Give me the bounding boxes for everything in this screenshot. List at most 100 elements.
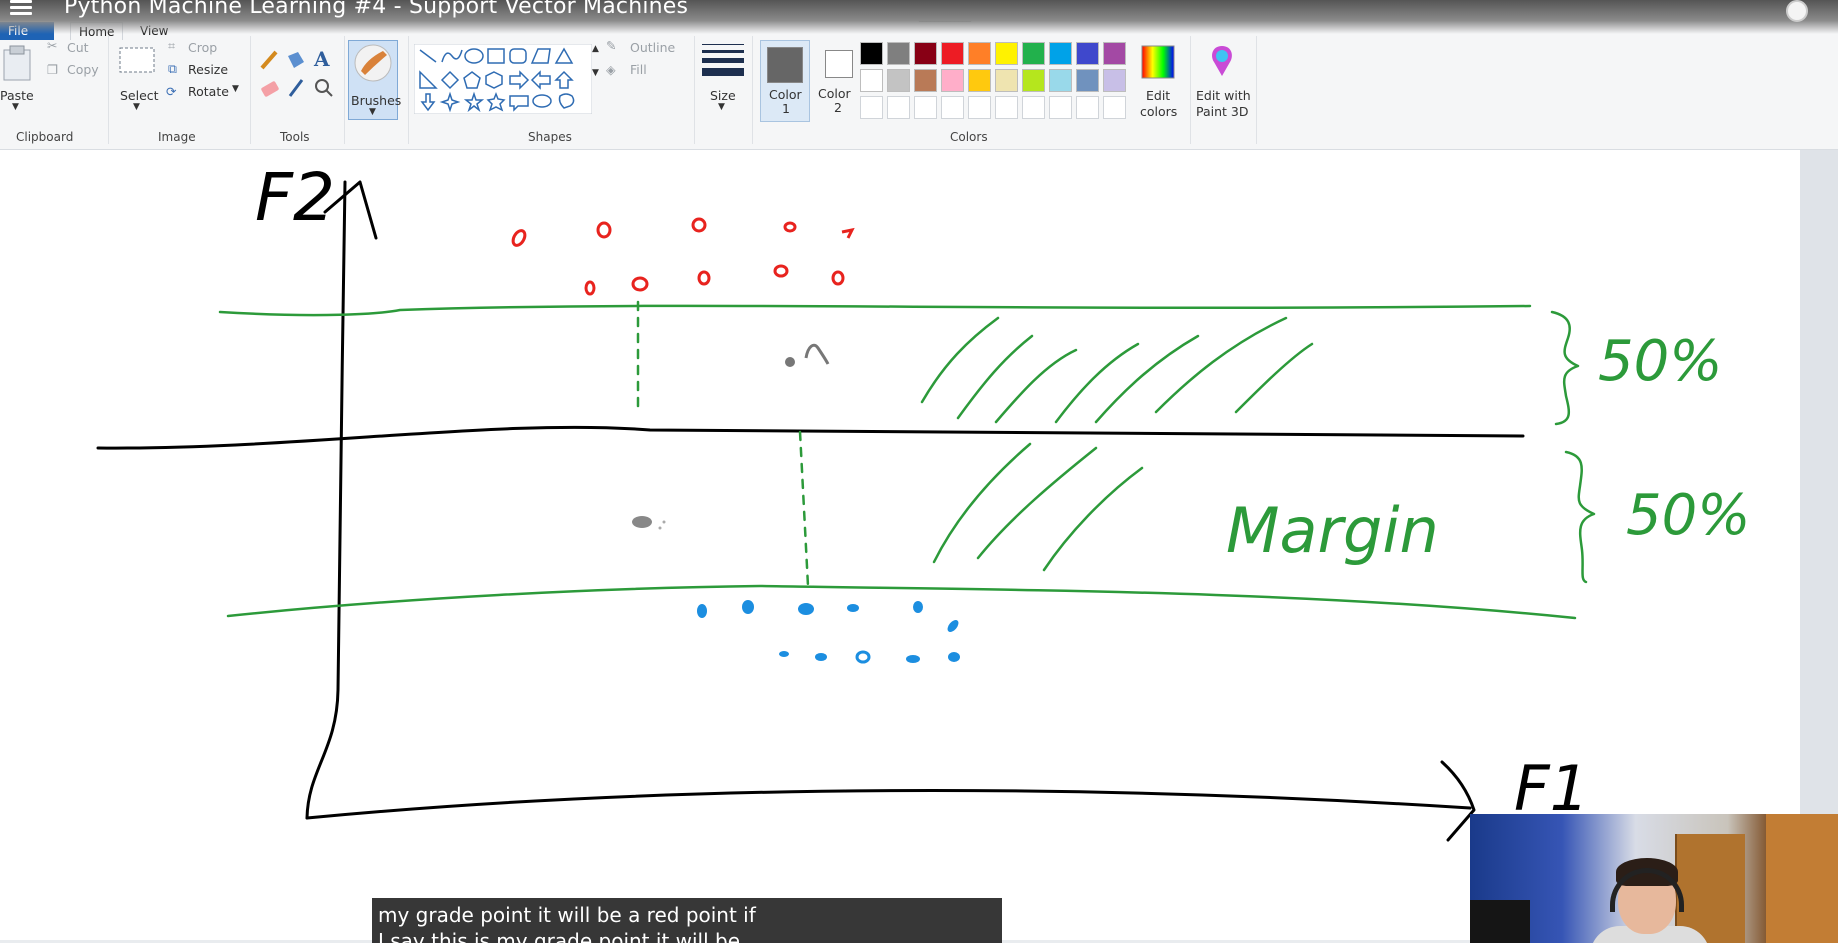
brushes-dropdown-icon: ▼ [369,107,376,117]
palette-swatch[interactable] [887,42,910,65]
resize-button[interactable]: Resize [188,62,228,77]
palette-swatch[interactable] [887,96,910,119]
hatch-upper [920,316,1314,424]
palette-swatch[interactable] [1103,96,1126,119]
select-label: Select [120,88,159,103]
palette-swatch[interactable] [914,42,937,65]
shapes-scroll-down-icon[interactable]: ▼ [592,68,599,78]
cut-icon: ✂ [47,38,58,53]
color2-button[interactable]: Color 2 [814,40,864,122]
divider [1190,36,1191,144]
palette-swatch[interactable] [860,96,883,119]
rotate-icon: ⟳ [166,84,177,99]
palette-swatch[interactable] [995,69,1018,92]
divider [408,36,409,144]
hatch-lower [932,442,1144,572]
palette-swatch[interactable] [914,69,937,92]
palette-swatch[interactable] [887,69,910,92]
paste-label: Paste [0,88,34,103]
subtitle-line-2: I say this is my grade point it will be [378,929,741,943]
menu-icon[interactable] [10,0,32,16]
divider [694,36,695,144]
clipboard-group-label: Clipboard [16,130,74,144]
margin-label: Margin [1226,494,1439,567]
upper-margin-line [218,304,1532,317]
palette-swatch[interactable] [941,42,964,65]
palette-swatch[interactable] [1103,69,1126,92]
size-icon [702,44,744,76]
lower-percent-label: 50% [1626,483,1750,548]
palette-swatch[interactable] [914,96,937,119]
palette-swatch[interactable] [1103,42,1126,65]
palette-swatch[interactable] [1022,42,1045,65]
palette-swatch[interactable] [995,96,1018,119]
palette-swatch[interactable] [968,42,991,65]
screen: File Home View Paste ▼ ✂ Cut ❐ Copy Clip… [0,0,1838,943]
edit-colors-line2: colors [1140,104,1178,119]
svg-text:A: A [313,48,330,71]
red-class-points [511,217,855,296]
crop-button[interactable]: Crop [188,40,217,55]
paint3d-line2: Paint 3D [1196,104,1249,119]
palette-swatch[interactable] [1076,69,1099,92]
palette-swatch[interactable] [1049,96,1072,119]
hyperplane-line [96,425,1525,450]
rotate-dropdown-icon[interactable]: ▼ [232,84,239,94]
colors-group-label: Colors [950,130,988,144]
paste-icon [3,45,31,81]
brush-icon [354,44,392,82]
fill-button[interactable]: Fill [630,62,647,77]
palette-swatch[interactable] [1049,42,1072,65]
palette-swatch[interactable] [1076,96,1099,119]
palette-swatch[interactable] [1076,42,1099,65]
color2-swatch [825,50,853,78]
palette-swatch[interactable] [941,96,964,119]
crop-icon: ⌗ [168,38,176,53]
divider [250,36,251,144]
select-icon [119,47,155,73]
outline-icon: ✎ [606,38,617,53]
color1-number: 1 [782,101,790,116]
rotate-button[interactable]: Rotate [188,84,229,99]
size-label: Size [710,88,736,103]
lower-margin-line [226,584,1577,620]
color-wheel-icon [1141,45,1175,79]
palette-swatch[interactable] [860,69,883,92]
color1-swatch [767,47,803,83]
paste-dropdown-icon[interactable]: ▼ [12,102,19,112]
color2-number: 2 [834,100,842,115]
cut-button[interactable]: Cut [67,40,89,55]
paint-ribbon: File Home View Paste ▼ ✂ Cut ❐ Copy Clip… [0,22,1838,150]
divider [1256,36,1257,144]
brushes-label: Brushes [351,93,402,108]
copy-button[interactable]: Copy [67,62,99,77]
lower-brace [1564,450,1596,584]
resize-icon: ⧉ [168,61,177,76]
palette-swatch[interactable] [968,69,991,92]
select-dropdown-icon[interactable]: ▼ [133,102,140,112]
tools-icons: A [260,48,333,97]
brushes-button[interactable]: Brushes ▼ [348,40,402,120]
upper-percent-label: 50% [1598,329,1722,394]
palette-swatch[interactable] [1022,96,1045,119]
palette-swatch[interactable] [995,42,1018,65]
color1-button[interactable]: Color 1 [760,40,810,122]
divider [108,36,109,144]
color2-label: Color [818,86,851,101]
palette-swatch[interactable] [941,69,964,92]
palette-swatch[interactable] [860,42,883,65]
blue-class-points [697,600,960,664]
copy-icon: ❐ [47,62,59,77]
shapes-scroll-up-icon[interactable]: ▲ [592,44,599,54]
upper-brace [1550,310,1580,426]
palette-swatch[interactable] [1049,69,1072,92]
outline-button[interactable]: Outline [630,40,675,55]
subtitle-line-1: my grade point it will be a red point if [378,903,756,927]
subtitle-box: my grade point it will be a red point if… [372,898,1002,943]
palette-swatch[interactable] [1022,69,1045,92]
video-title[interactable]: Python Machine Learning #4 - Support Vec… [64,0,688,19]
watch-later-icon[interactable] [1786,0,1808,22]
palette-swatch[interactable] [968,96,991,119]
paint3d-icon [1212,46,1232,76]
shapes-gallery[interactable] [414,44,592,114]
